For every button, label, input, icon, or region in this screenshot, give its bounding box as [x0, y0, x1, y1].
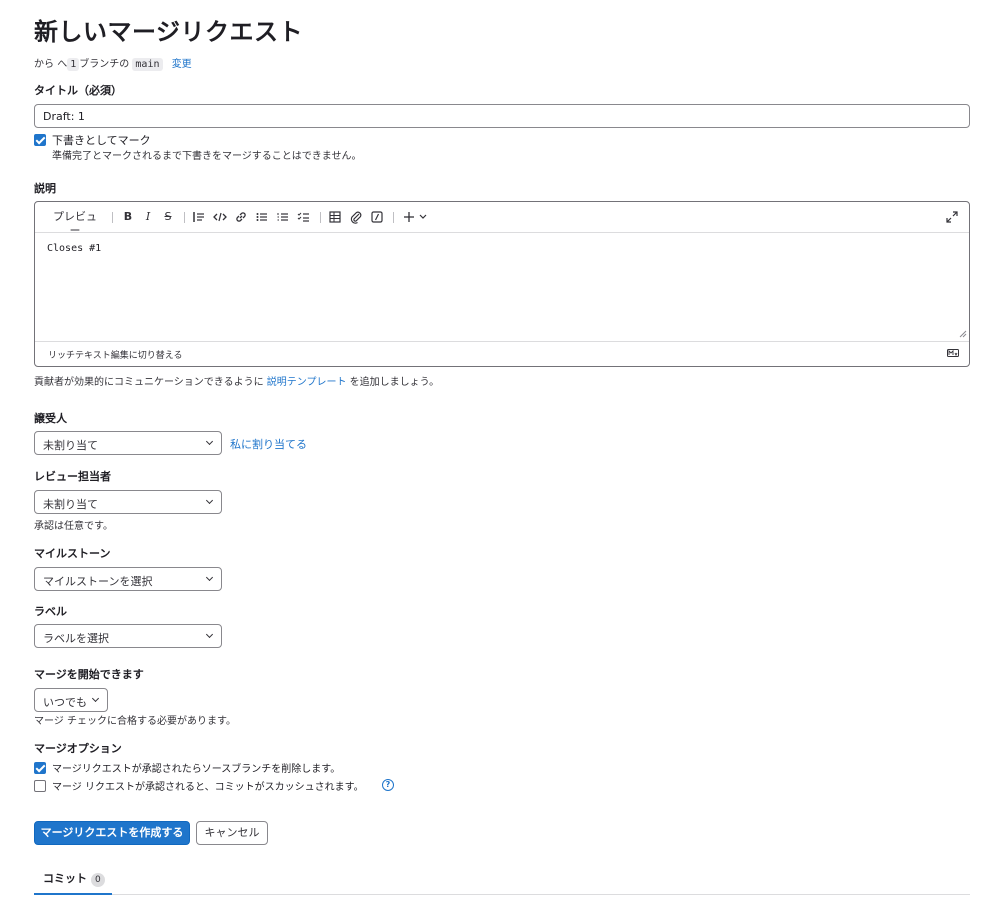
title-label: タイトル（必須） [34, 84, 122, 97]
chevron-down-icon [205, 496, 214, 505]
reviewer-label: レビュー担当者 [34, 470, 111, 483]
chevron-down-icon [205, 573, 214, 582]
branch-mid-text: ブランチの [79, 59, 130, 70]
attach-icon[interactable] [349, 210, 365, 224]
switch-rich-text-button[interactable]: リッチテキスト編集に切り替える [48, 348, 182, 361]
hint-after-text: を追加しましょう。 [346, 377, 440, 388]
strikethrough-icon[interactable]: S [161, 210, 175, 224]
assignee-select[interactable]: 未割り当て [34, 431, 222, 455]
description-editor: プレビュー B I S Closes #1 リッチテキスト編集に切り替える [34, 201, 970, 367]
merge-options-label: マージオプション [34, 742, 122, 755]
labels-select[interactable]: ラベルを選択 [34, 624, 222, 648]
table-icon[interactable] [328, 210, 344, 224]
hint-before-text: 貢献者が効果的にコミュニケーションできるように [34, 377, 267, 388]
tab-commits-label: コミット [43, 872, 87, 885]
assign-to-me-link[interactable]: 私に割り当てる [230, 436, 307, 452]
description-template-link[interactable]: 説明テンプレート [267, 377, 347, 388]
merge-start-label: マージを開始できます [34, 668, 144, 681]
cancel-button[interactable]: キャンセル [196, 821, 268, 845]
merge-start-value: いつでも [43, 696, 87, 709]
branch-info: から へ 1 ブランチの main 変更 [34, 55, 192, 71]
reviewer-select[interactable]: 未割り当て [34, 490, 222, 514]
commits-count-badge: 0 [90, 873, 105, 887]
draft-help-text: 準備完了とマークされるまで下書きをマージすることはできません。 [52, 151, 362, 162]
squash-commits-checkbox[interactable] [34, 780, 46, 792]
description-textarea[interactable]: Closes #1 [47, 243, 101, 254]
chevron-down-icon [205, 437, 214, 446]
description-template-hint: 貢献者が効果的にコミュニケーションできるように 説明テンプレート を追加しましょ… [34, 373, 439, 388]
squash-commits-label: マージ リクエストが承認されると、コミットがスカッシュされます。 [52, 782, 364, 793]
italic-icon[interactable]: I [141, 210, 155, 224]
bold-icon[interactable]: B [121, 210, 135, 224]
branch-from-text: から [34, 59, 54, 70]
merge-start-help-text: マージ チェックに合格する必要があります。 [34, 716, 236, 727]
fullscreen-icon[interactable] [945, 210, 961, 224]
quick-action-icon[interactable] [370, 210, 386, 224]
question-circle-icon[interactable]: ? [382, 779, 394, 791]
numbered-list-icon[interactable] [276, 210, 292, 224]
milestone-value: マイルストーンを選択 [43, 575, 153, 588]
reviewer-value: 未割り当て [43, 498, 98, 511]
code-icon[interactable] [213, 210, 229, 224]
assignee-value: 未割り当て [43, 439, 98, 452]
milestone-label: マイルストーン [34, 547, 111, 560]
title-input[interactable]: Draft: 1 [34, 104, 970, 128]
assignee-label: 譲受人 [34, 412, 67, 425]
editor-toolbar: プレビュー B I S [35, 202, 969, 237]
source-branch: 1 [67, 58, 80, 71]
link-icon[interactable] [234, 210, 250, 224]
tab-commits[interactable]: コミット 0 [34, 864, 112, 895]
resize-handle-icon[interactable] [959, 330, 967, 338]
labels-label: ラベル [34, 605, 67, 618]
milestone-select[interactable]: マイルストーンを選択 [34, 567, 222, 591]
labels-value: ラベルを選択 [43, 632, 109, 645]
more-options-icon[interactable] [403, 210, 433, 224]
markdown-icon [947, 349, 959, 357]
merge-request-tabs: コミット 0 [34, 864, 970, 895]
chevron-down-icon [91, 694, 100, 703]
delete-source-branch-checkbox[interactable] [34, 762, 46, 774]
create-merge-request-button[interactable]: マージリクエストを作成する [34, 821, 190, 845]
quote-icon[interactable] [192, 210, 208, 224]
draft-checkbox[interactable] [34, 134, 46, 146]
target-branch: main [132, 58, 163, 71]
bullet-list-icon[interactable] [255, 210, 271, 224]
branch-to-text: へ [57, 59, 68, 70]
change-branches-link[interactable]: 変更 [172, 59, 192, 70]
editor-footer: リッチテキスト編集に切り替える [35, 341, 969, 366]
chevron-down-icon [205, 630, 214, 639]
merge-start-select[interactable]: いつでも [34, 688, 108, 712]
task-list-icon[interactable] [297, 210, 313, 224]
description-label: 説明 [34, 182, 56, 195]
draft-checkbox-label: 下書きとしてマーク [52, 134, 151, 147]
reviewer-help-text: 承認は任意です。 [34, 521, 113, 532]
delete-source-branch-label: マージリクエストが承認されたらソースブランチを削除します。 [52, 764, 341, 775]
preview-tab[interactable]: プレビュー [48, 210, 102, 237]
page-title: 新しいマージリクエスト [34, 18, 304, 46]
